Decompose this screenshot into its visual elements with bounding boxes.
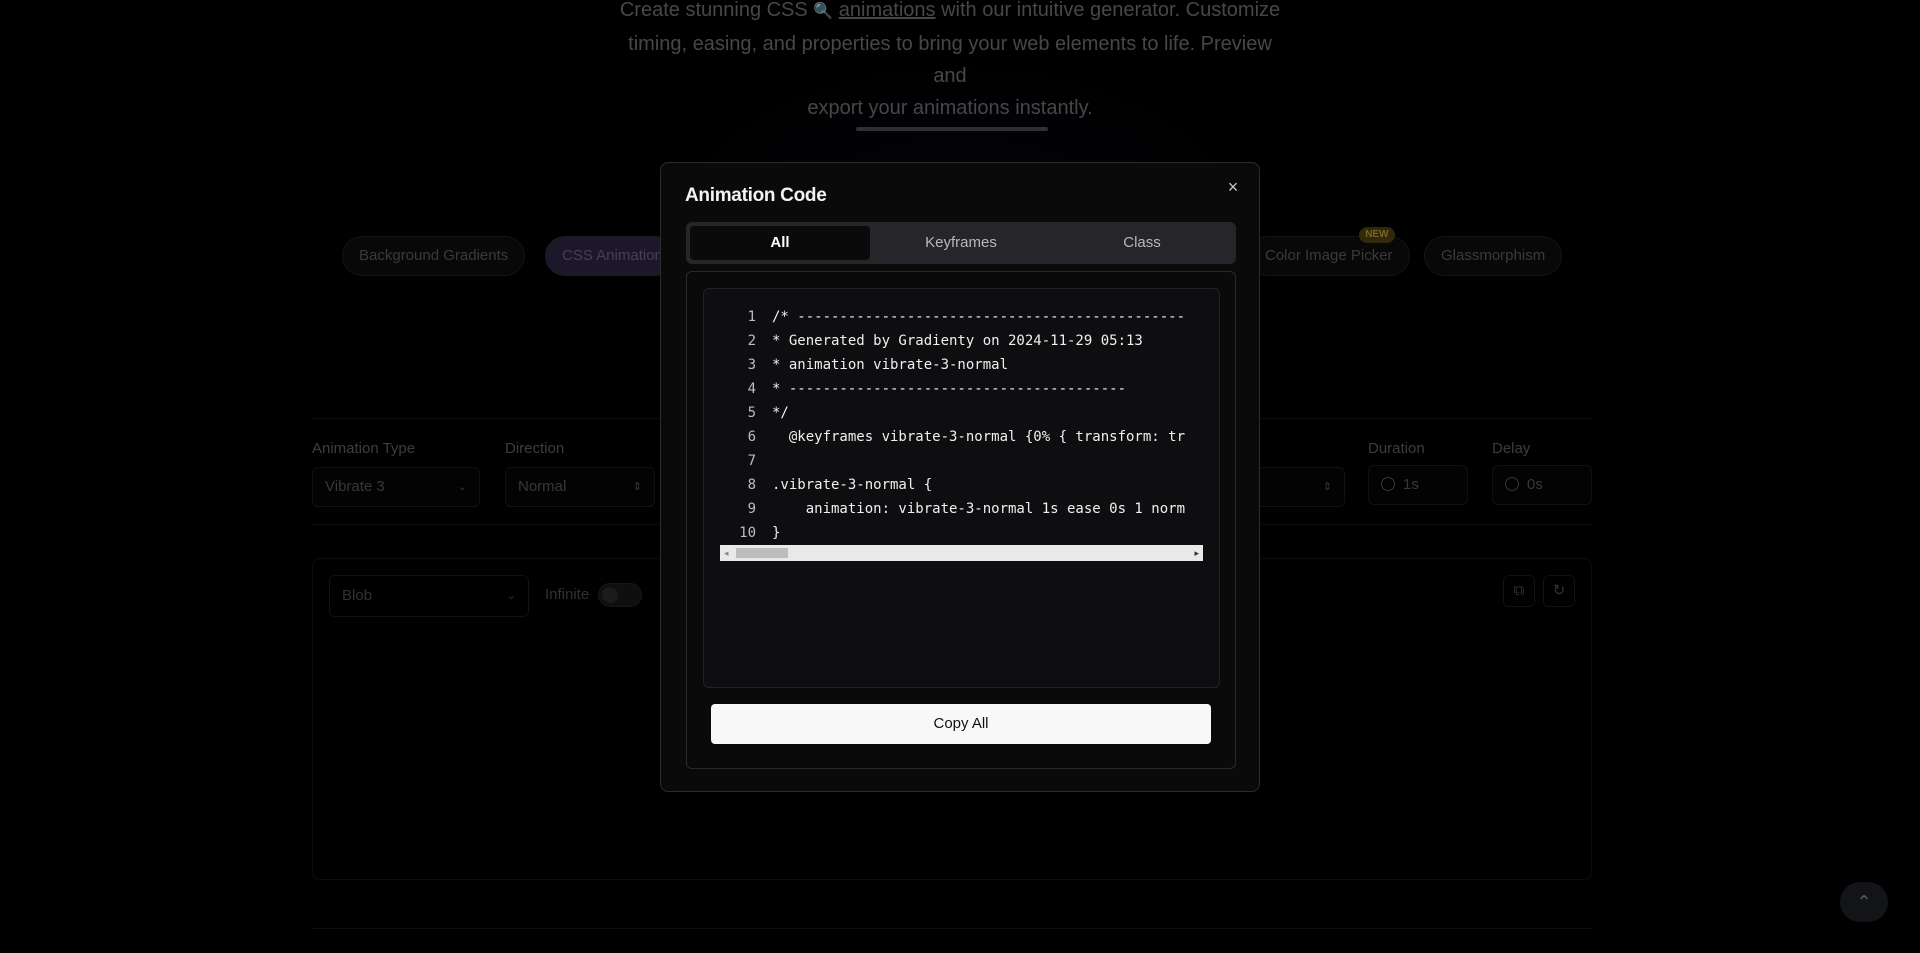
line-number: 9	[747, 501, 756, 517]
line-number: 5	[747, 405, 756, 421]
modal-title: Animation Code	[685, 185, 827, 206]
scroll-left-icon[interactable]: ◂	[724, 545, 729, 561]
tab-class[interactable]: Class	[1052, 226, 1232, 260]
code-line: 9 animation: vibrate-3-normal 1s ease 0s…	[704, 497, 1204, 521]
line-text: */	[772, 405, 789, 421]
line-text: /* -------------------------------------…	[772, 309, 1186, 325]
scroll-right-icon[interactable]: ▸	[1194, 545, 1199, 561]
line-number: 10	[739, 525, 756, 541]
line-text: * Generated by Gradienty on 2024-11-29 0…	[772, 333, 1143, 349]
line-number: 3	[747, 357, 756, 373]
code-line: 3 * animation vibrate-3-normal	[704, 353, 1204, 377]
code-line: 5 */	[704, 401, 1204, 425]
horizontal-scrollbar[interactable]: ◂ ▸	[720, 545, 1203, 561]
line-number: 4	[747, 381, 756, 397]
code-line: 7	[704, 449, 1204, 473]
tab-all[interactable]: All	[690, 226, 870, 260]
line-number: 8	[747, 477, 756, 493]
line-text: * animation vibrate-3-normal	[772, 357, 1009, 373]
code-panel: 1 /* ------------------------------------…	[686, 271, 1236, 769]
code-line: 1 /* ------------------------------------…	[704, 305, 1204, 329]
line-text: animation: vibrate-3-normal 1s ease 0s 1…	[772, 501, 1186, 517]
line-number: 1	[747, 309, 756, 325]
animation-code-modal: Animation Code × All Keyframes Class 1 /*…	[660, 162, 1260, 792]
line-text: @keyframes vibrate-3-normal {0% { transf…	[772, 429, 1186, 445]
code-tabs: All Keyframes Class	[686, 222, 1236, 264]
code-line: 10}	[704, 521, 1204, 545]
code-line: 6 @keyframes vibrate-3-normal {0% { tran…	[704, 425, 1204, 449]
code-line: 8 .vibrate-3-normal {	[704, 473, 1204, 497]
line-text: }	[772, 525, 781, 541]
close-icon[interactable]: ×	[1223, 177, 1243, 197]
tab-keyframes[interactable]: Keyframes	[871, 226, 1051, 260]
copy-all-button[interactable]: Copy All	[711, 704, 1211, 744]
scrollbar-thumb[interactable]	[736, 548, 788, 558]
code-lines: 1 /* ------------------------------------…	[704, 305, 1204, 545]
line-number: 2	[747, 333, 756, 349]
line-number: 7	[747, 453, 756, 469]
code-editor[interactable]: 1 /* ------------------------------------…	[703, 288, 1220, 688]
line-number: 6	[747, 429, 756, 445]
code-line: 4 * -------------------------------------…	[704, 377, 1204, 401]
line-text: * --------------------------------------…	[772, 381, 1127, 397]
line-text: .vibrate-3-normal {	[772, 477, 933, 493]
code-line: 2 * Generated by Gradienty on 2024-11-29 …	[704, 329, 1204, 353]
